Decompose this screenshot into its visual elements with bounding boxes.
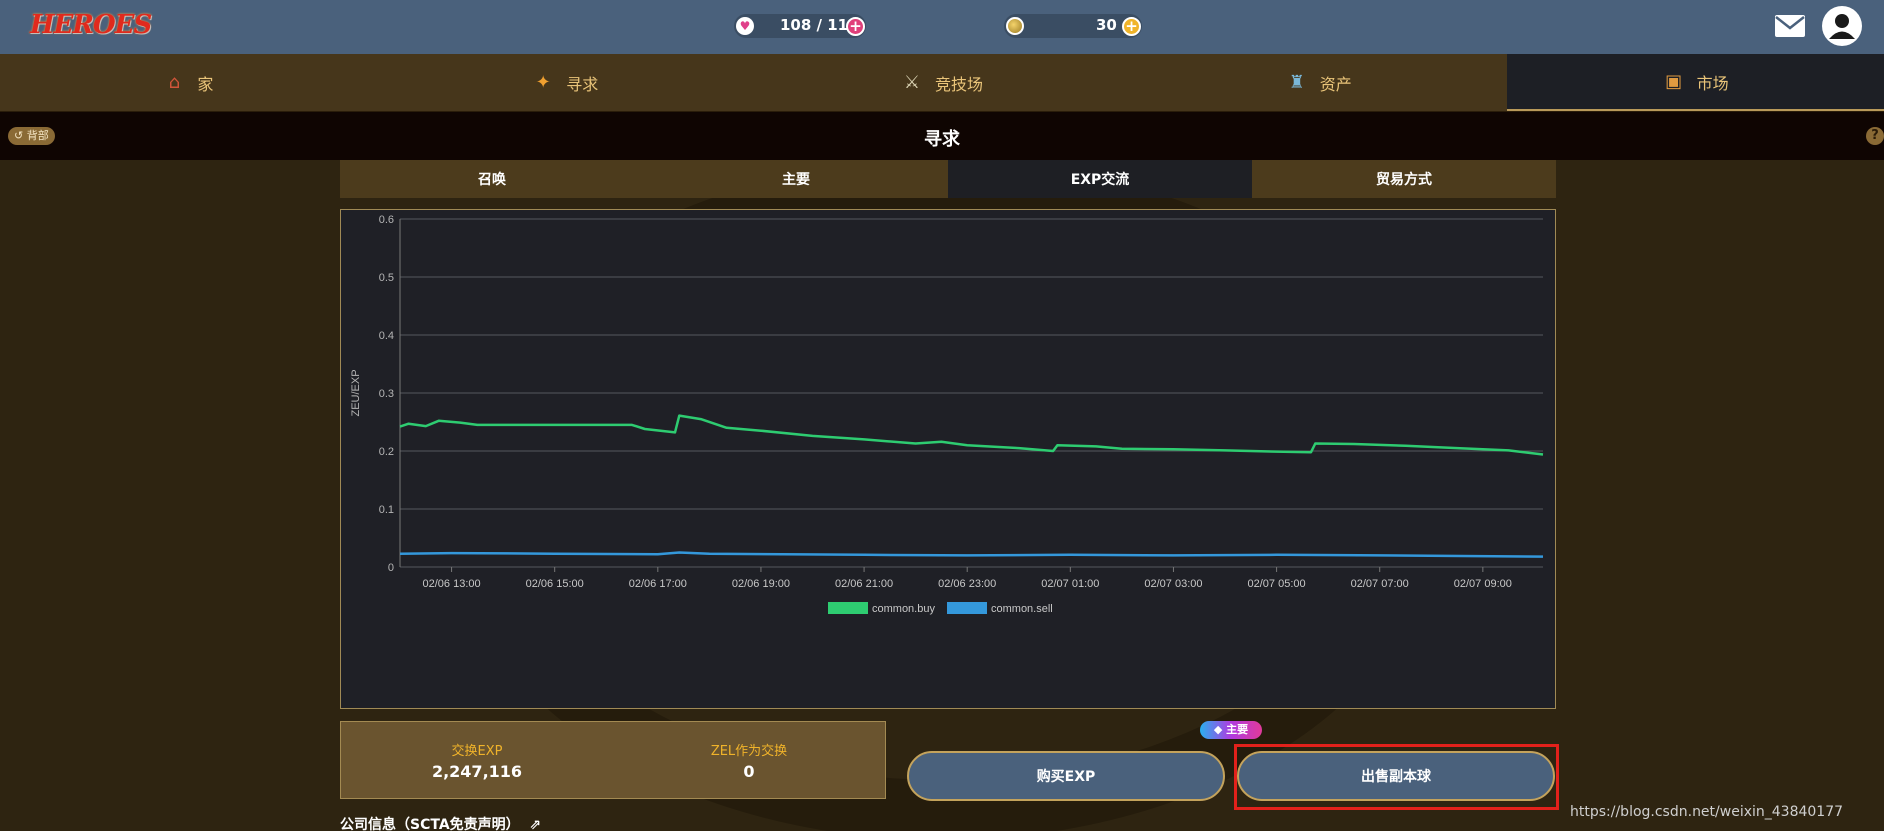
tab-summon[interactable]: 召唤 [340,160,644,198]
x-tick-label: 02/07 01:00 [1041,578,1099,590]
y-tick-label: 0.4 [379,330,394,342]
nav-item-market[interactable]: ▣ 市场 [1507,54,1884,111]
x-tick-label: 02/06 19:00 [732,578,790,590]
series-line-common-buy [399,414,1544,456]
exchange-exp-label: 交换EXP [451,744,503,759]
company-info-link[interactable]: 公司信息（SCTA免责声明） ⇗ [340,814,541,831]
x-tick-label: 02/07 09:00 [1454,578,1512,590]
y-tick-label: 0 [388,562,394,574]
premium-badge-label: 主要 [1226,723,1249,736]
y-tick-label: 0.6 [379,214,394,226]
zel-counter: 30 + [1004,14,1142,38]
x-tick-label: 02/06 13:00 [423,578,481,590]
help-icon[interactable]: ? [1866,127,1884,145]
page-title-bar: ↺ 背部 寻求 ? [0,112,1884,160]
y-tick-label: 0.2 [379,446,394,458]
home-icon: ⌂ [168,71,181,93]
exchange-exp-value: 2,247,116 [431,762,523,781]
nav-item-quest[interactable]: ✦ 寻求 [377,54,754,111]
nav-item-label: 寻求 [566,74,599,94]
company-info-label: 公司信息（SCTA免责声明） [340,817,520,831]
zel-exchange-label: ZEL作为交换 [710,744,788,759]
assets-icon: ♜ [1288,71,1305,93]
y-axis-label: ZEU/EXP [350,369,362,416]
series-line-common-sell [399,551,1544,558]
nav-item-label: 家 [197,74,214,94]
legend-label: common.sell [991,603,1053,615]
x-tick-label: 02/06 23:00 [938,578,996,590]
diamond-icon: ◆ [1213,723,1223,736]
market-icon: ▣ [1665,70,1683,92]
exchange-stats-panel: 交换EXP 2,247,116 ZEL作为交换 0 [340,721,886,799]
quest-icon: ✦ [535,71,551,93]
tab-exp-exchange[interactable]: EXP交流 [948,160,1252,198]
y-tick-label: 0.5 [379,272,394,284]
tab-main[interactable]: 主要 [644,160,948,198]
annotation-highlight-box [1234,744,1559,810]
legend-swatch [947,602,987,614]
zel-exchange-value: 0 [743,762,755,781]
game-logo[interactable]: HEROES [30,10,152,40]
nav-item-label: 市场 [1696,73,1729,93]
page-title: 寻求 [924,129,960,150]
x-tick-label: 02/06 17:00 [629,578,687,590]
add-hearts-button[interactable]: + [846,17,865,36]
nav-item-label: 竞技场 [934,74,983,94]
watermark-text: https://blog.csdn.net/weixin_43840177 [1570,804,1844,820]
nav-item-label: 资产 [1319,74,1352,94]
zel-exchange-stat: ZEL作为交换 0 [613,722,885,798]
main-nav: ⌂ 家 ✦ 寻求 ⚔ 竞技场 ♜ 资产 ▣ 市场 [0,54,1884,112]
coin-icon [1006,17,1024,35]
legend-label: common.buy [872,603,935,615]
y-tick-label: 0.1 [379,504,394,516]
premium-badge: ◆ 主要 [1200,721,1262,739]
market-subtabs: 召唤 主要 EXP交流 贸易方式 [340,160,1556,198]
external-link-icon: ⇗ [524,817,542,831]
chart-svg: 0 0.1 0.2 0.3 0.4 0.5 0.6 02/06 13:00 02/06 15:0… [350,214,1544,615]
y-tick-label: 0.3 [379,388,394,400]
nav-item-assets[interactable]: ♜ 资产 [1130,54,1507,111]
add-zel-button[interactable]: + [1122,17,1141,36]
exp-price-chart: 0 0.1 0.2 0.3 0.4 0.5 0.6 02/06 13:00 02/06 15:0… [340,209,1556,709]
zel-value: 30 [1096,16,1117,34]
mail-icon[interactable] [1774,13,1806,39]
x-tick-label: 02/07 07:00 [1351,578,1409,590]
profile-avatar-icon[interactable] [1822,6,1862,46]
top-bar: HEROES ♥ 108 / 115 + 30 + [0,0,1884,54]
tab-trade-method[interactable]: 贸易方式 [1252,160,1556,198]
x-tick-label: 02/07 03:00 [1144,578,1202,590]
nav-item-home[interactable]: ⌂ 家 [0,54,377,111]
x-tick-label: 02/07 05:00 [1248,578,1306,590]
exchange-exp-stat: 交换EXP 2,247,116 [341,722,613,798]
nav-item-arena[interactable]: ⚔ 竞技场 [754,54,1131,111]
buy-exp-button[interactable]: 购买EXP [907,751,1225,801]
x-tick-label: 02/06 15:00 [526,578,584,590]
heart-icon: ♥ [736,17,754,35]
x-tick-label: 02/06 21:00 [835,578,893,590]
hearts-counter: ♥ 108 / 115 + [734,14,866,38]
arena-swords-icon: ⚔ [903,71,921,93]
legend-swatch [828,602,868,614]
